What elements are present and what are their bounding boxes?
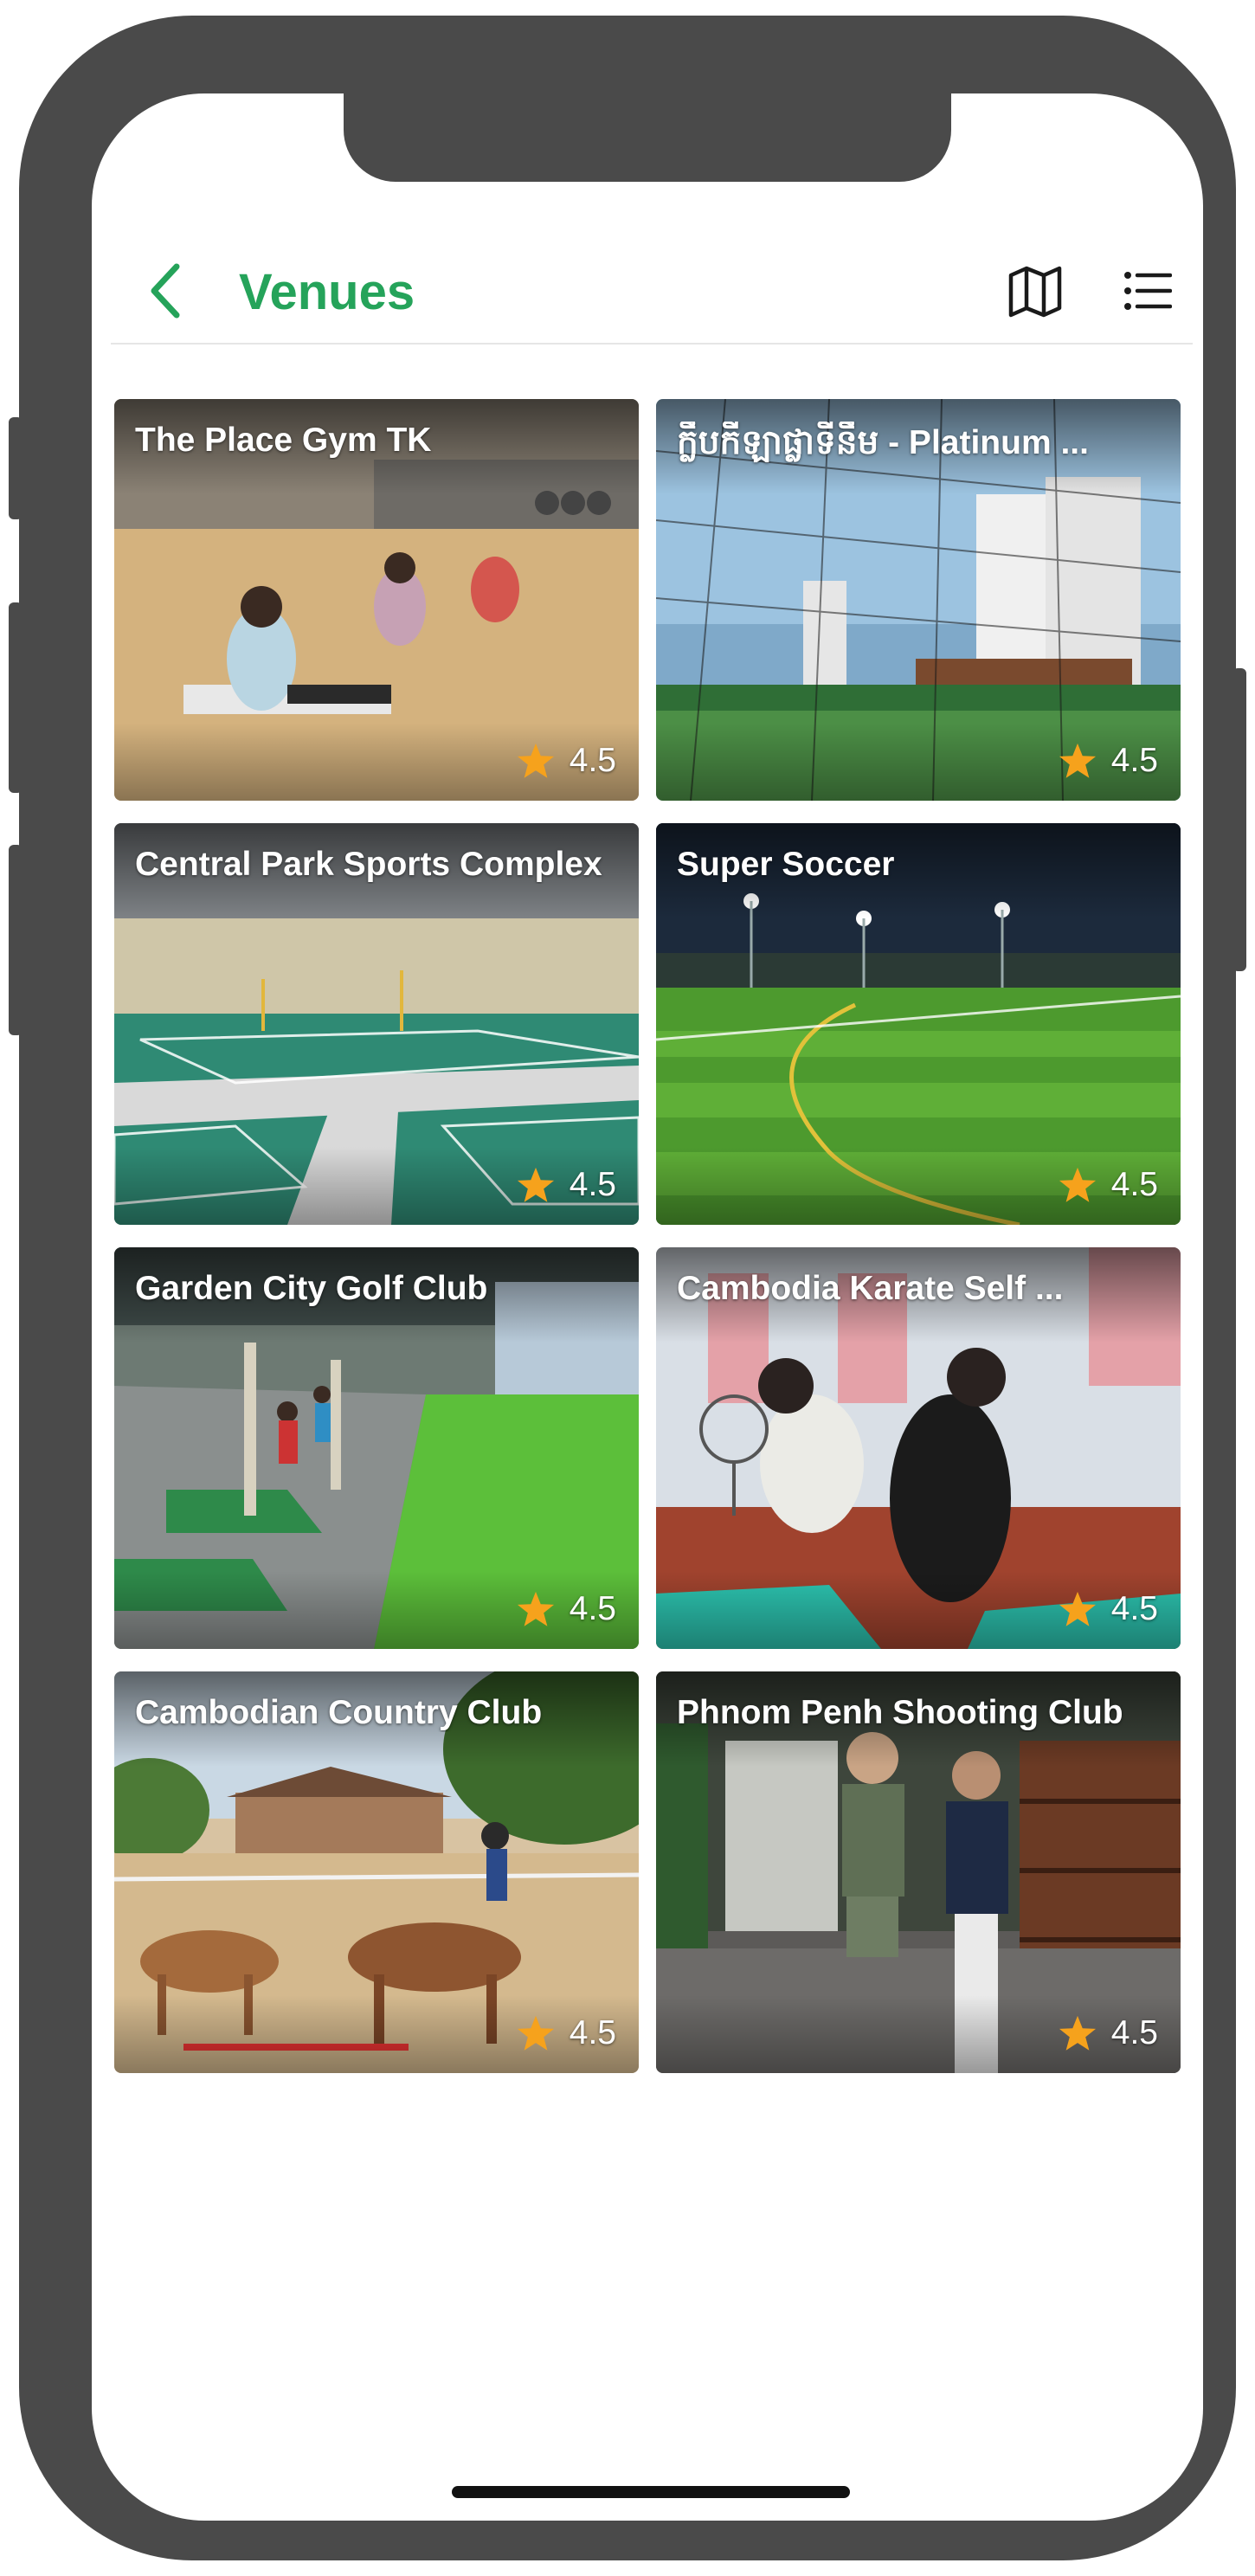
chevron-left-icon xyxy=(151,263,180,319)
venue-rating: 4.5 xyxy=(516,2012,616,2054)
star-icon xyxy=(517,2015,554,2051)
venue-rating: 4.5 xyxy=(1058,2012,1158,2054)
star-icon xyxy=(1059,2015,1096,2051)
rating-value: 4.5 xyxy=(1110,742,1158,779)
venue-card[interactable]: Cambodia Karate Self ... 4.5 xyxy=(656,1247,1181,1649)
venue-card[interactable]: Central Park Sports Complex 4.5 xyxy=(114,823,639,1225)
venue-card[interactable]: Super Soccer 4.5 xyxy=(656,823,1181,1225)
venue-name: ក្លឹបកីឡាផ្លាទីនឹម - Platinum ... xyxy=(677,424,1089,461)
venue-name: Cambodia Karate Self ... xyxy=(677,1270,1064,1307)
rating-value: 4.5 xyxy=(1110,1166,1158,1203)
rating-value: 4.5 xyxy=(1110,1590,1158,1627)
venue-name: Super Soccer xyxy=(677,846,895,883)
star-icon xyxy=(517,1167,554,1202)
venue-name: The Place Gym TK xyxy=(135,422,432,459)
venue-rating: 4.5 xyxy=(516,1164,616,1206)
star-icon xyxy=(517,743,554,778)
venue-grid: The Place Gym TK 4.5 ក្លឹបកីឡាផ្លាទីនឹម … xyxy=(114,399,1181,2073)
rating-value: 4.5 xyxy=(569,1590,616,1627)
map-icon xyxy=(1008,266,1062,318)
notch xyxy=(344,93,951,182)
star-icon xyxy=(517,1591,554,1626)
navigation-bar: Venues xyxy=(111,241,1193,345)
venue-rating: 4.5 xyxy=(1058,1164,1158,1206)
rating-value: 4.5 xyxy=(569,1166,616,1203)
star-icon xyxy=(1059,1591,1096,1626)
back-button[interactable] xyxy=(142,260,190,322)
venue-card[interactable]: Phnom Penh Shooting Club 4.5 xyxy=(656,1671,1181,2073)
venue-card[interactable]: Cambodian Country Club 4.5 xyxy=(114,1671,639,2073)
list-icon xyxy=(1124,272,1173,310)
venue-card[interactable]: ក្លឹបកីឡាផ្លាទីនឹម - Platinum ... 4.5 xyxy=(656,399,1181,801)
venue-rating: 4.5 xyxy=(516,1588,616,1630)
venue-name: Cambodian Country Club xyxy=(135,1694,543,1731)
map-view-button[interactable] xyxy=(1007,265,1063,319)
star-icon xyxy=(1059,743,1096,778)
rating-value: 4.5 xyxy=(1110,2014,1158,2051)
venue-rating: 4.5 xyxy=(516,740,616,782)
rating-value: 4.5 xyxy=(569,742,616,779)
venue-rating: 4.5 xyxy=(1058,1588,1158,1630)
page-title: Venues xyxy=(239,264,415,320)
home-indicator[interactable] xyxy=(452,2486,850,2498)
venue-card[interactable]: Garden City Golf Club 4.5 xyxy=(114,1247,639,1649)
list-view-button[interactable] xyxy=(1123,268,1173,313)
venue-rating: 4.5 xyxy=(1058,740,1158,782)
venue-name: Garden City Golf Club xyxy=(135,1270,488,1307)
rating-value: 4.5 xyxy=(569,2014,616,2051)
venue-name: Phnom Penh Shooting Club xyxy=(677,1694,1123,1731)
venue-name: Central Park Sports Complex xyxy=(135,846,602,883)
star-icon xyxy=(1059,1167,1096,1202)
venue-card[interactable]: The Place Gym TK 4.5 xyxy=(114,399,639,801)
app-screen: Venues The Place Gym TK 4.5 ក្លឹបកីឡាផ្ល… xyxy=(92,93,1203,2521)
phone-frame: Venues The Place Gym TK 4.5 ក្លឹបកីឡាផ្ល… xyxy=(19,16,1236,2560)
